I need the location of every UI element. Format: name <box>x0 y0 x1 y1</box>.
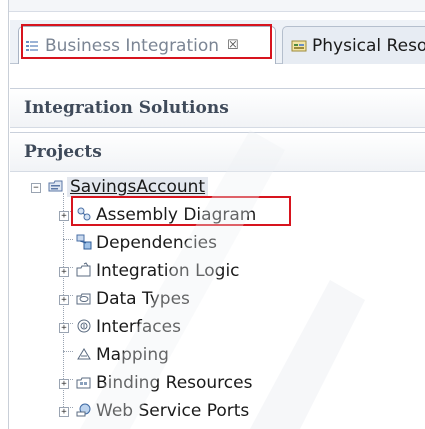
section-integration-solutions[interactable]: Integration Solutions <box>10 88 425 128</box>
section-projects[interactable]: Projects <box>10 132 425 172</box>
highlight-box-tab <box>21 24 272 59</box>
tree-node-dependencies[interactable]: Dependencies <box>10 230 270 257</box>
highlight-box-assembly-diagram <box>71 196 291 226</box>
tree-node-web-service-ports-label: Web Service Ports <box>96 401 250 421</box>
data-types-icon <box>76 293 91 305</box>
window-top-edge <box>0 0 425 12</box>
tree-node-web-service-ports[interactable]: + Web Service Ports <box>10 398 270 425</box>
mapping-icon <box>77 348 91 360</box>
tree-node-binding-resources[interactable]: + Binding Resources <box>10 370 270 397</box>
expand-toggle[interactable]: + <box>59 211 69 221</box>
tab-physical-resources-label: Physical Reso <box>312 35 425 56</box>
expand-toggle[interactable]: + <box>59 407 69 417</box>
web-service-ports-icon <box>76 403 91 417</box>
tree-node-savingsaccount-label: SavingsAccount <box>67 177 209 197</box>
business-integration-pane: Integration Solutions Projects − Savings… <box>10 64 425 429</box>
physical-resources-icon <box>291 40 307 51</box>
expand-toggle[interactable]: + <box>59 295 69 305</box>
project-folder-icon <box>48 180 63 192</box>
window-left-edge <box>0 0 9 429</box>
tree-node-interfaces[interactable]: + Interfaces <box>10 314 270 341</box>
tree-node-interfaces-label: Interfaces <box>96 317 181 337</box>
expand-toggle[interactable]: + <box>59 267 69 277</box>
tree-node-binding-resources-label: Binding Resources <box>96 373 253 393</box>
tree-node-integration-logic-label: Integration Logic <box>96 261 240 281</box>
expand-toggle[interactable]: + <box>59 379 69 389</box>
section-title-projects: Projects <box>24 142 102 162</box>
expand-toggle[interactable]: + <box>59 323 69 333</box>
tree-node-data-types-label: Data Types <box>96 289 190 309</box>
integration-logic-icon <box>76 262 91 277</box>
tab-physical-resources[interactable]: Physical Reso <box>282 26 425 64</box>
collapse-toggle[interactable]: − <box>31 183 41 193</box>
window-frame: Business Integration ☒ Physical Reso Int… <box>0 0 425 429</box>
tree-node-mapping-label: Mapping <box>96 345 169 365</box>
tree-node-integration-logic[interactable]: + Integration Logic <box>10 258 270 285</box>
tree-node-mapping[interactable]: Mapping <box>10 342 270 369</box>
binding-resources-icon <box>76 377 91 389</box>
interfaces-icon <box>77 319 91 333</box>
dependencies-icon <box>76 234 92 250</box>
section-title-integration-solutions: Integration Solutions <box>24 98 229 118</box>
tree-node-dependencies-label: Dependencies <box>96 233 217 253</box>
tree-node-data-types[interactable]: + Data Types <box>10 286 270 313</box>
